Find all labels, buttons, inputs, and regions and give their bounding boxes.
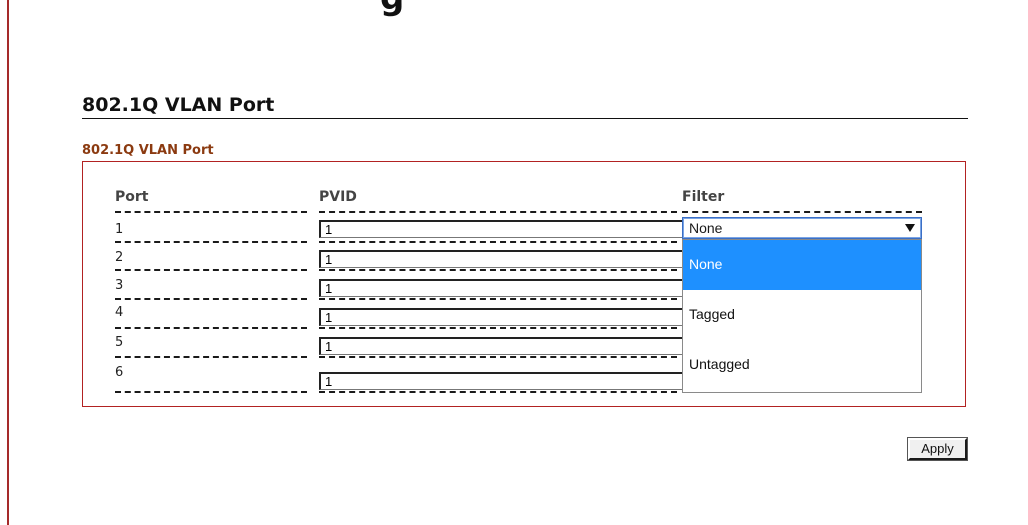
row-divider — [115, 211, 307, 213]
dropdown-arrow-icon[interactable] — [905, 224, 915, 232]
row-divider — [319, 391, 677, 393]
filter-option-untagged[interactable]: Untagged — [683, 340, 921, 390]
row-divider — [319, 269, 677, 271]
row-divider — [115, 298, 307, 300]
row-divider — [115, 241, 307, 243]
port-number: 2 — [115, 250, 124, 265]
row-divider — [319, 298, 677, 300]
vlan-port-panel: Port PVID Filter 1 2 3 4 5 6 — [82, 161, 966, 407]
section-title: 802.1Q VLAN Port — [82, 143, 214, 158]
pvid-input-port-5[interactable] — [319, 337, 689, 355]
pvid-input-port-6[interactable] — [319, 372, 689, 390]
pvid-input-port-4[interactable] — [319, 308, 689, 326]
row-divider — [115, 391, 307, 393]
page-title: 802.1Q VLAN Port — [82, 94, 968, 119]
pvid-input-port-2[interactable] — [319, 250, 689, 268]
apply-button[interactable]: Apply — [907, 437, 968, 461]
column-header-filter: Filter — [682, 189, 725, 205]
row-divider — [115, 327, 307, 329]
row-divider — [115, 269, 307, 271]
row-divider — [115, 356, 307, 358]
filter-dropdown-list: None Tagged Untagged — [682, 239, 922, 393]
pvid-input-port-1[interactable] — [319, 220, 689, 238]
row-divider — [319, 327, 677, 329]
filter-option-none[interactable]: None — [683, 240, 921, 290]
column-header-port: Port — [115, 189, 149, 205]
filter-select[interactable]: None — [682, 217, 922, 239]
pvid-input-port-3[interactable] — [319, 279, 689, 297]
port-number: 5 — [115, 335, 124, 350]
port-number: 4 — [115, 305, 124, 320]
heading-fragment: g — [380, 0, 404, 18]
row-divider — [682, 211, 922, 213]
column-header-pvid: PVID — [319, 189, 357, 205]
filter-option-tagged[interactable]: Tagged — [683, 290, 921, 340]
port-number: 3 — [115, 278, 124, 293]
port-number: 1 — [115, 222, 124, 237]
row-divider — [319, 356, 677, 358]
filter-selected-value: None — [689, 220, 723, 236]
row-divider — [319, 241, 677, 243]
left-border — [7, 0, 9, 525]
port-number: 6 — [115, 365, 124, 380]
row-divider — [319, 211, 677, 213]
